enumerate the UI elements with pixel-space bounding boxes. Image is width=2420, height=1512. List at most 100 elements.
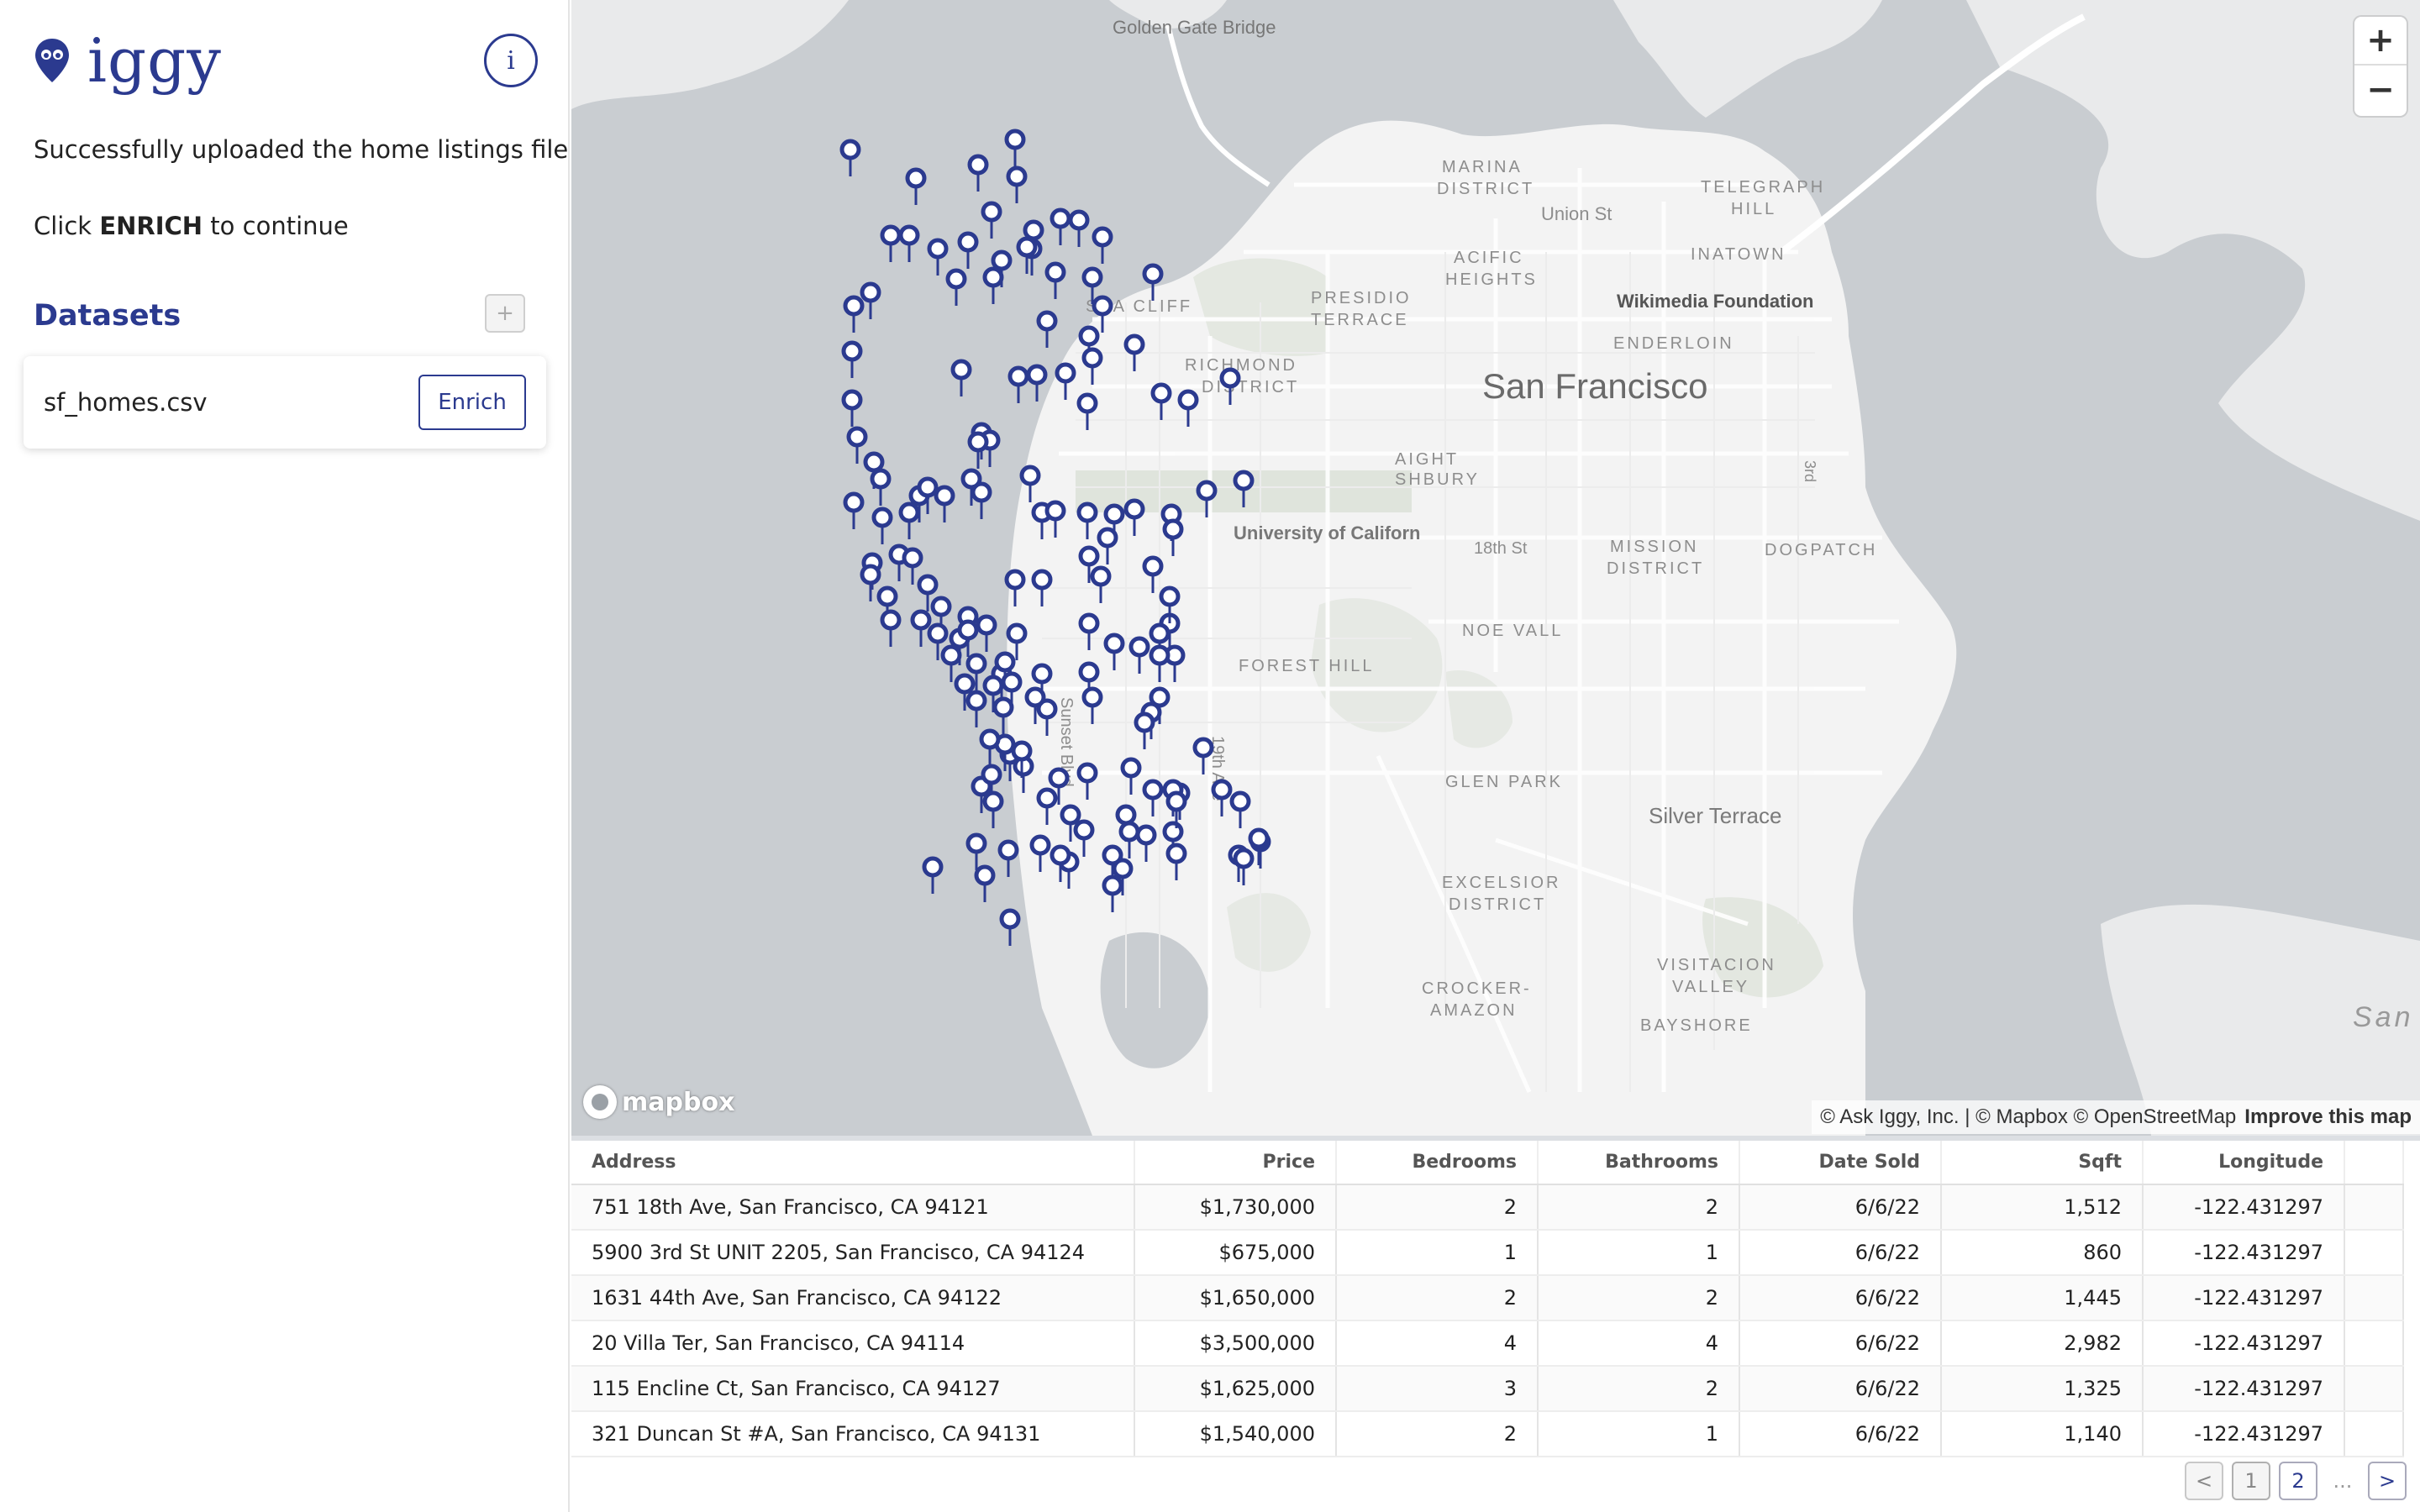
listing-marker-icon[interactable]: [910, 609, 932, 647]
listing-marker-icon[interactable]: [1192, 737, 1214, 774]
column-header-longitude[interactable]: Longitude: [2143, 1141, 2345, 1185]
listing-marker-icon[interactable]: [1123, 498, 1145, 536]
listing-marker-icon[interactable]: [1036, 787, 1058, 825]
listing-marker-icon[interactable]: [1142, 263, 1164, 301]
listing-marker-icon[interactable]: [860, 281, 881, 319]
listing-marker-icon[interactable]: [1031, 569, 1053, 606]
prev-page-button[interactable]: <: [2185, 1462, 2223, 1500]
listing-marker-icon[interactable]: [905, 167, 927, 205]
listing-marker-icon[interactable]: [839, 139, 861, 176]
listing-marker-icon[interactable]: [1118, 821, 1140, 858]
zoom-out-button[interactable]: −: [2354, 66, 2407, 114]
listing-marker-icon[interactable]: [841, 389, 863, 427]
table-row[interactable]: 751 18th Ave, San Francisco, CA 94121 $1,…: [571, 1184, 2404, 1231]
listing-marker-icon[interactable]: [1081, 347, 1103, 385]
listing-marker-icon[interactable]: [860, 564, 881, 601]
column-header-price[interactable]: Price: [1134, 1141, 1337, 1185]
next-page-button[interactable]: >: [2368, 1462, 2407, 1500]
listing-marker-icon[interactable]: [1076, 501, 1098, 539]
listing-marker-icon[interactable]: [1219, 367, 1241, 405]
listing-marker-icon[interactable]: [982, 790, 1004, 828]
listing-marker-icon[interactable]: [1233, 470, 1255, 507]
listing-marker-icon[interactable]: [1103, 633, 1125, 670]
listing-marker-icon[interactable]: [1026, 364, 1048, 402]
column-header-date-sold[interactable]: Date Sold: [1739, 1141, 1942, 1185]
column-header-bedrooms[interactable]: Bedrooms: [1336, 1141, 1539, 1185]
listing-marker-icon[interactable]: [880, 609, 902, 647]
listing-marker-icon[interactable]: [1092, 226, 1113, 264]
listing-marker-icon[interactable]: [1050, 207, 1071, 245]
column-header-bathrooms[interactable]: Bathrooms: [1538, 1141, 1740, 1185]
listing-marker-icon[interactable]: [1044, 261, 1066, 299]
table-row[interactable]: 115 Encline Ct, San Francisco, CA 94127 $…: [571, 1366, 2404, 1412]
listing-marker-icon[interactable]: [1142, 555, 1164, 593]
listing-marker-icon[interactable]: [992, 696, 1014, 734]
listing-marker-icon[interactable]: [843, 491, 865, 529]
listing-marker-icon[interactable]: [1128, 636, 1150, 674]
listing-marker-icon[interactable]: [1076, 762, 1098, 800]
listing-marker-icon[interactable]: [1120, 757, 1142, 795]
listing-marker-icon[interactable]: [1004, 569, 1026, 606]
listing-marker-icon[interactable]: [1135, 824, 1157, 862]
listing-marker-icon[interactable]: [1036, 310, 1058, 348]
listing-marker-icon[interactable]: [898, 501, 920, 539]
listing-marker-icon[interactable]: [1006, 165, 1028, 203]
listing-marker-icon[interactable]: [950, 359, 972, 396]
listing-marker-icon[interactable]: [843, 295, 865, 333]
column-header-address[interactable]: Address: [571, 1141, 1135, 1185]
listing-marker-icon[interactable]: [841, 340, 863, 378]
listing-marker-icon[interactable]: [1196, 480, 1218, 517]
listing-marker-icon[interactable]: [1150, 382, 1172, 420]
page-button-1[interactable]: 1: [2232, 1462, 2270, 1500]
listing-marker-icon[interactable]: [1013, 755, 1034, 793]
table-row[interactable]: 1631 44th Ave, San Francisco, CA 94122 $1…: [571, 1275, 2404, 1321]
listing-marker-icon[interactable]: [1102, 874, 1123, 912]
listing-marker-icon[interactable]: [934, 485, 955, 522]
listing-marker-icon[interactable]: [1073, 819, 1095, 857]
listing-marker-icon[interactable]: [1044, 500, 1066, 538]
listing-marker-icon[interactable]: [1097, 527, 1118, 564]
listing-marker-icon[interactable]: [880, 224, 902, 262]
listing-marker-icon[interactable]: [1229, 790, 1251, 828]
enrich-button[interactable]: Enrich: [418, 375, 526, 430]
listing-marker-icon[interactable]: [976, 614, 997, 652]
listing-marker-icon[interactable]: [957, 231, 979, 269]
listing-marker-icon[interactable]: [999, 908, 1021, 946]
listing-marker-icon[interactable]: [1055, 362, 1076, 400]
listing-marker-icon[interactable]: [927, 238, 949, 276]
add-dataset-button[interactable]: +: [485, 294, 525, 333]
listing-marker-icon[interactable]: [1019, 465, 1041, 502]
listing-marker-icon[interactable]: [967, 154, 989, 192]
listing-marker-icon[interactable]: [1029, 834, 1051, 872]
table-row[interactable]: 5900 3rd St UNIT 2205, San Francisco, CA…: [571, 1230, 2404, 1276]
listing-marker-icon[interactable]: [1076, 392, 1098, 430]
listing-marker-icon[interactable]: [1142, 779, 1164, 816]
listing-marker-icon[interactable]: [945, 268, 967, 306]
listing-marker-icon[interactable]: [1007, 365, 1029, 403]
logo[interactable]: iggy: [34, 25, 222, 96]
listing-marker-icon[interactable]: [922, 856, 944, 894]
column-header-sqft[interactable]: Sqft: [1941, 1141, 2144, 1185]
listing-marker-icon[interactable]: [1165, 843, 1187, 880]
listing-marker-icon[interactable]: [1090, 565, 1112, 603]
listing-marker-icon[interactable]: [981, 201, 1002, 239]
listing-marker-icon[interactable]: [1068, 209, 1090, 247]
attribution-text[interactable]: © Ask Iggy, Inc. | © Mapbox © OpenStreet…: [1820, 1105, 2236, 1129]
listing-marker-icon[interactable]: [1177, 389, 1199, 427]
listing-marker-icon[interactable]: [1004, 129, 1026, 166]
zoom-in-button[interactable]: +: [2354, 17, 2407, 66]
table-row[interactable]: 321 Duncan St #A, San Francisco, CA 9413…: [571, 1411, 2404, 1457]
listing-marker-icon[interactable]: [974, 864, 996, 902]
listing-marker-icon[interactable]: [902, 547, 923, 585]
map[interactable]: Golden Gate Bridge MARINA DISTRICT TELEG…: [571, 0, 2420, 1136]
listing-marker-icon[interactable]: [965, 832, 987, 870]
improve-map-link[interactable]: Improve this map: [2244, 1105, 2412, 1129]
listing-marker-icon[interactable]: [898, 224, 920, 262]
listing-marker-icon[interactable]: [1078, 612, 1100, 650]
listing-marker-icon[interactable]: [1092, 295, 1113, 333]
mapbox-logo[interactable]: mapbox: [583, 1085, 734, 1119]
listing-marker-icon[interactable]: [1081, 686, 1103, 724]
listing-marker-icon[interactable]: [965, 690, 987, 727]
listing-marker-icon[interactable]: [846, 426, 868, 464]
listing-marker-icon[interactable]: [982, 266, 1004, 304]
